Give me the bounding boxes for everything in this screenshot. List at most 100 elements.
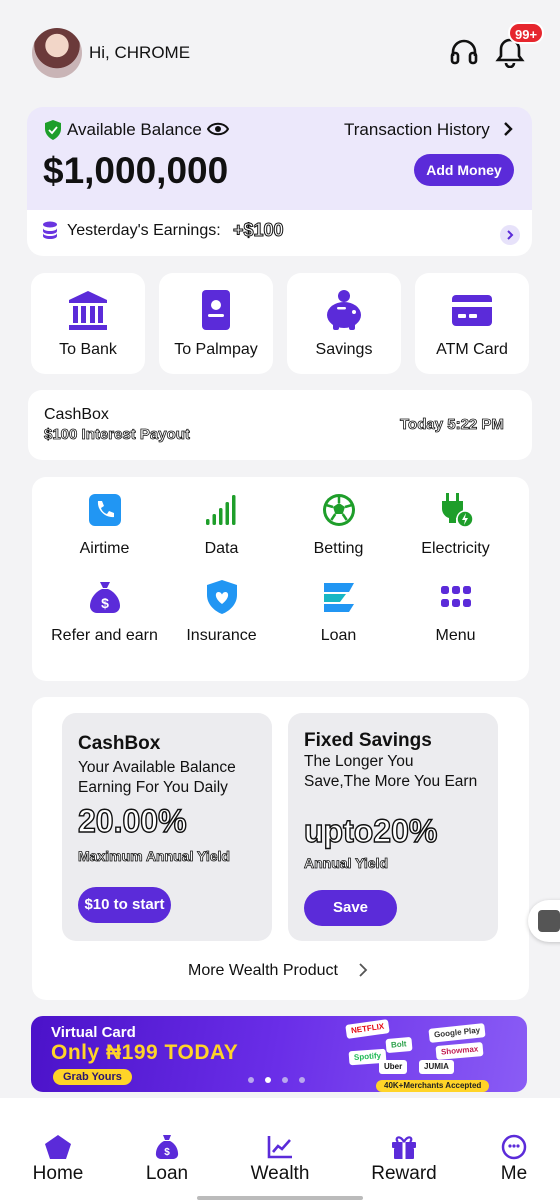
savings-button[interactable]: Savings: [287, 273, 401, 374]
banner-offer: Only ₦199 TODAY: [51, 1041, 239, 1064]
save-button[interactable]: Save: [304, 890, 397, 926]
coins-icon: [43, 221, 57, 239]
fixed-savings-desc: The Longer You Save,The More You Earn: [304, 753, 478, 790]
loan-icon: [323, 583, 354, 612]
cashbox-product-rate-label: Maximum Annual Yield: [78, 848, 231, 865]
virtual-card-banner[interactable]: Virtual Card Only ₦199 TODAY Grab Yours …: [31, 1016, 527, 1092]
smiley-icon: [501, 1134, 527, 1160]
nav-me-label: Me: [500, 1163, 528, 1184]
brand-netflix: NETFLIX: [345, 1019, 391, 1039]
svg-text:$: $: [101, 595, 109, 611]
service-insurance[interactable]: Insurance: [163, 579, 280, 645]
carousel-dot[interactable]: [282, 1077, 288, 1083]
service-insurance-label: Insurance: [186, 627, 257, 644]
service-menu-label: Menu: [435, 627, 476, 644]
side-float-tab[interactable]: [528, 900, 560, 942]
home-indicator: [197, 1196, 363, 1200]
service-airtime-label: Airtime: [79, 540, 130, 557]
bank-icon: [69, 291, 107, 330]
header: Hi, CHROME 99+: [0, 0, 560, 100]
atm-card-button[interactable]: ATM Card: [415, 273, 529, 374]
home-icon: [45, 1135, 71, 1159]
service-menu[interactable]: Menu: [397, 579, 514, 645]
service-data-label: Data: [204, 540, 239, 557]
nav-reward[interactable]: Reward: [354, 1134, 454, 1185]
to-bank-button[interactable]: To Bank: [31, 273, 145, 374]
notification-badge: 99+: [508, 22, 545, 44]
carousel-dot[interactable]: [248, 1077, 254, 1083]
nav-wealth-label: Wealth: [250, 1163, 310, 1184]
service-betting-label: Betting: [313, 540, 364, 557]
balance-amount: $1,000,000: [43, 150, 229, 191]
merchants-pill: 40K+Merchants Accepted: [376, 1080, 490, 1092]
avatar[interactable]: [32, 28, 82, 78]
fixed-savings-title: Fixed Savings: [304, 730, 432, 751]
eye-icon[interactable]: [207, 121, 229, 137]
earnings-label: Yesterday's Earnings:: [67, 222, 221, 239]
piggy-bank-icon: [327, 290, 361, 330]
nav-loan[interactable]: $ Loan: [117, 1134, 217, 1185]
nav-me[interactable]: Me: [464, 1134, 560, 1185]
service-loan-label: Loan: [320, 627, 357, 644]
brand-bolt: Bolt: [385, 1036, 413, 1054]
service-data[interactable]: Data: [163, 492, 280, 558]
chart-icon: [267, 1136, 292, 1159]
chevron-icon: [538, 910, 560, 932]
transaction-history-link[interactable]: Transaction History: [344, 120, 490, 140]
chevron-right-small-icon[interactable]: [500, 225, 520, 245]
brand-showmax: Showmax: [435, 1041, 484, 1061]
service-refer-and-earn[interactable]: $ Refer and earn: [46, 579, 163, 645]
fixed-savings-rate: upto20%: [303, 812, 438, 849]
svg-text:$: $: [164, 1147, 170, 1158]
card-icon: [452, 295, 492, 326]
chevron-right-icon[interactable]: [502, 121, 514, 137]
more-wealth-link[interactable]: More Wealth Product: [188, 962, 338, 980]
to-bank-label: To Bank: [59, 341, 117, 358]
nav-reward-label: Reward: [371, 1163, 437, 1184]
nav-home-label: Home: [32, 1163, 84, 1184]
service-electricity[interactable]: Electricity: [397, 492, 514, 558]
cashbox-product-title: CashBox: [78, 733, 161, 754]
to-palmpay-button[interactable]: To Palmpay: [159, 273, 273, 374]
shield-heart-icon: [206, 580, 237, 614]
brand-jumia: JUMIA: [419, 1060, 454, 1074]
brand-google-play: Google Play: [428, 1023, 486, 1043]
soccer-ball-icon: [322, 494, 355, 526]
cashbox-title: CashBox: [44, 406, 109, 423]
cashbox-product-desc: Your Available Balance Earning For You D…: [78, 759, 236, 796]
fixed-savings-rate-label: Annual Yield: [304, 855, 389, 872]
service-electricity-label: Electricity: [421, 540, 490, 557]
cashbox-subtitle: $100 Interest Payout: [44, 426, 191, 444]
nav-wealth[interactable]: Wealth: [230, 1134, 330, 1185]
service-airtime[interactable]: Airtime: [46, 492, 163, 558]
atm-card-label: ATM Card: [436, 341, 508, 358]
grid-icon: [440, 586, 471, 607]
chevron-right-icon[interactable]: [358, 963, 368, 977]
brand-spotify: Spotify: [348, 1048, 387, 1066]
earnings-value: +$100: [233, 220, 285, 241]
grab-yours-button[interactable]: Grab Yours: [53, 1069, 132, 1085]
service-refer-and-earn-label: Refer and earn: [51, 627, 158, 644]
nav-home[interactable]: Home: [8, 1134, 108, 1185]
gift-icon: [392, 1136, 416, 1159]
to-palmpay-label: To Palmpay: [174, 341, 258, 358]
person-card-icon: [202, 290, 230, 330]
nav-loan-label: Loan: [145, 1163, 189, 1184]
shield-icon: [45, 120, 61, 140]
greeting: Hi, CHROME: [89, 43, 191, 62]
loan-bag-icon: $: [155, 1135, 179, 1160]
cashbox-start-button[interactable]: $10 to start: [78, 887, 171, 923]
cashbox-product-rate: 20.00%: [77, 802, 187, 839]
carousel-dot[interactable]: [299, 1077, 305, 1083]
phone-icon: [88, 494, 121, 526]
add-money-button[interactable]: Add Money: [414, 154, 514, 186]
service-loan[interactable]: Loan: [280, 579, 397, 645]
service-betting[interactable]: Betting: [280, 492, 397, 558]
headset-icon[interactable]: [448, 36, 480, 68]
signal-bars-icon: [205, 495, 235, 525]
banner-title: Virtual Card: [51, 1024, 136, 1041]
plug-icon: [441, 493, 474, 528]
carousel-dot-active[interactable]: [265, 1077, 271, 1083]
balance-label: Available Balance: [67, 120, 202, 139]
savings-label: Savings: [315, 341, 373, 358]
